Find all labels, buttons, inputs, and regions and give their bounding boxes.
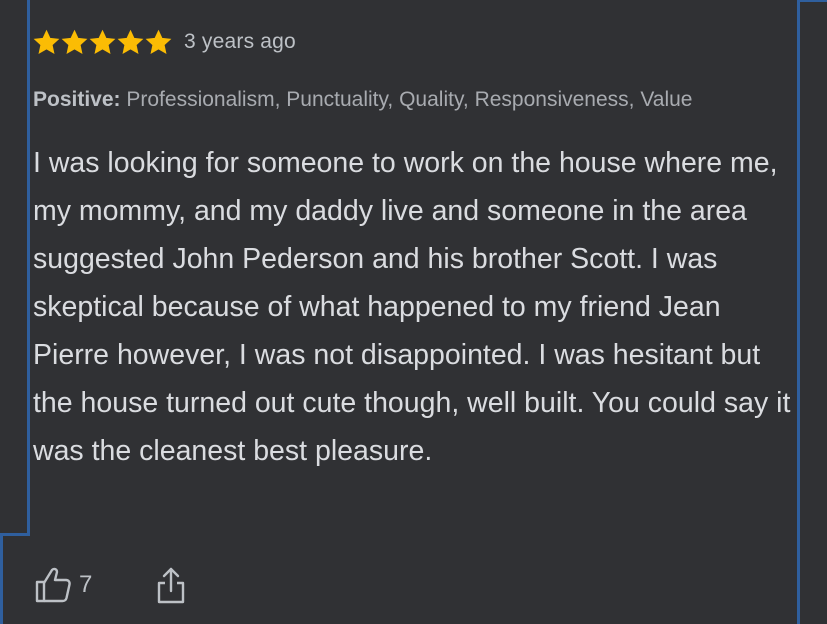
left-frame-step bbox=[0, 533, 30, 536]
right-frame-border bbox=[797, 0, 800, 624]
review-header: 3 years ago bbox=[33, 26, 296, 58]
share-icon bbox=[158, 567, 185, 604]
right-frame-top bbox=[797, 0, 827, 2]
positive-label: Positive: bbox=[33, 88, 121, 111]
left-frame-border-lower bbox=[0, 533, 3, 624]
review-timestamp: 3 years ago bbox=[184, 30, 296, 53]
star-icon bbox=[145, 29, 172, 54]
share-button[interactable] bbox=[154, 565, 188, 605]
like-button[interactable]: 7 bbox=[33, 565, 92, 605]
star-icon bbox=[61, 29, 88, 54]
review-body: I was looking for someone to work on the… bbox=[33, 147, 791, 467]
star-icon bbox=[89, 29, 116, 54]
star-icon bbox=[33, 29, 60, 54]
positive-attributes: Positive: Professionalism, Punctuality, … bbox=[33, 85, 692, 115]
positive-values: Professionalism, Punctuality, Quality, R… bbox=[126, 88, 693, 111]
like-count: 7 bbox=[79, 571, 93, 598]
star-icon bbox=[117, 29, 144, 54]
review-actions: 7 bbox=[33, 563, 188, 607]
left-frame-border bbox=[27, 0, 30, 536]
thumbs-up-icon bbox=[35, 567, 71, 603]
star-rating bbox=[33, 29, 172, 56]
